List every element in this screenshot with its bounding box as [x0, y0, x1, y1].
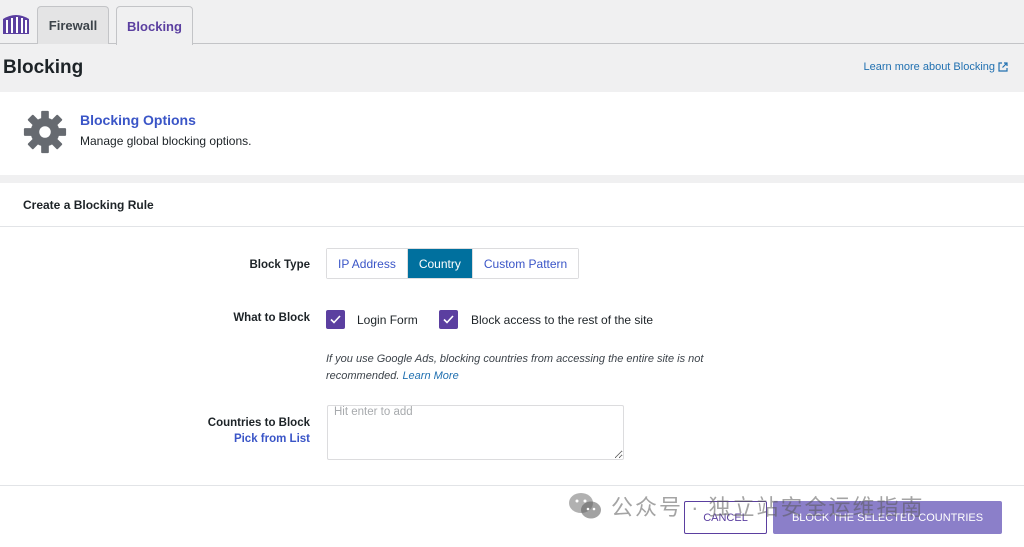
page-title: Blocking	[3, 57, 84, 78]
what-to-block-label: What to Block	[233, 312, 310, 324]
block-site-checkbox[interactable]	[439, 310, 458, 329]
tab-bar: Firewall Blocking	[0, 0, 1024, 45]
block-type-country[interactable]: Country	[407, 249, 473, 278]
blocking-options-link[interactable]: Blocking Options	[80, 112, 196, 128]
wordfence-logo-icon	[3, 15, 29, 34]
blocking-options-card: Blocking Options Manage global blocking …	[0, 92, 1024, 175]
blocking-options-description: Manage global blocking options.	[80, 134, 252, 148]
block-site-label: Block access to the rest of the site	[471, 313, 654, 327]
cancel-button[interactable]: Cancel	[684, 501, 767, 534]
tab-firewall[interactable]: Firewall	[37, 6, 109, 44]
login-form-label: Login Form	[357, 313, 418, 327]
countries-input[interactable]	[327, 405, 624, 460]
create-rule-card: Create a Blocking Rule Block Type IP Add…	[0, 183, 1024, 547]
block-type-label: Block Type	[249, 259, 311, 271]
block-type-custom-pattern[interactable]: Custom Pattern	[472, 249, 579, 278]
learn-more-link[interactable]: Learn more about Blocking	[864, 61, 1008, 73]
countries-to-block-label: Countries to Block	[207, 417, 310, 429]
block-type-ip-address[interactable]: IP Address	[327, 249, 408, 278]
checkmark-icon	[443, 315, 454, 324]
checkmark-icon	[330, 315, 341, 324]
tab-blocking[interactable]: Blocking	[116, 6, 193, 45]
learn-more-label: Learn more about Blocking	[863, 61, 995, 73]
block-type-selector: IP Address Country Custom Pattern	[326, 248, 580, 279]
google-ads-note: If you use Google Ads, blocking countrie…	[326, 351, 756, 385]
gear-icon	[23, 110, 67, 154]
pick-from-list-link[interactable]: Pick from List	[234, 433, 310, 445]
rule-card-header: Create a Blocking Rule	[0, 183, 1024, 227]
google-ads-note-text: If you use Google Ads, blocking countrie…	[326, 353, 704, 382]
external-link-icon	[998, 62, 1008, 72]
rule-card-title: Create a Blocking Rule	[23, 198, 154, 212]
note-learn-more-link[interactable]: Learn More	[402, 370, 458, 382]
login-form-checkbox[interactable]	[326, 310, 345, 329]
footer-divider	[0, 485, 1024, 486]
block-countries-button[interactable]: Block the Selected Countries	[773, 501, 1002, 534]
